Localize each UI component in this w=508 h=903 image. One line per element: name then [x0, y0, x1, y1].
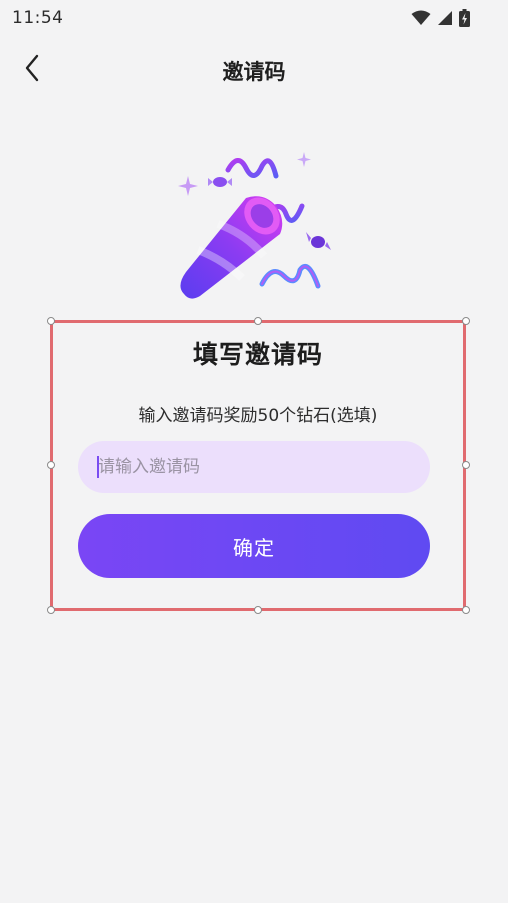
cellular-signal-icon: [437, 10, 453, 26]
status-bar: 11:54: [0, 0, 508, 36]
status-icons: [411, 9, 470, 27]
confirm-button[interactable]: 确定: [78, 514, 430, 578]
party-popper-icon: [168, 146, 340, 308]
nav-bar: 邀请码: [0, 44, 508, 94]
text-cursor: [97, 456, 99, 478]
battery-charging-icon: [459, 9, 470, 27]
card-title: 填写邀请码: [192, 340, 323, 369]
invite-code-card: 填写邀请码 输入邀请码奖励50个钻石(选填) 确定: [53, 323, 463, 608]
resize-handle-top-right[interactable]: [462, 317, 470, 325]
card-subtitle: 输入邀请码奖励50个钻石(选填): [138, 406, 378, 426]
wifi-icon: [411, 10, 431, 26]
invite-code-input[interactable]: [78, 441, 430, 493]
resize-handle-bottom-right[interactable]: [462, 606, 470, 614]
resize-handle-middle-right[interactable]: [462, 461, 470, 469]
page-title: 邀请码: [222, 60, 286, 84]
invite-code-screen: 11:54 邀请码 填写邀请码 输入邀请码奖励50个钻石(选填) 请输入邀请码 …: [0, 0, 508, 903]
status-time: 11:54: [12, 8, 64, 28]
